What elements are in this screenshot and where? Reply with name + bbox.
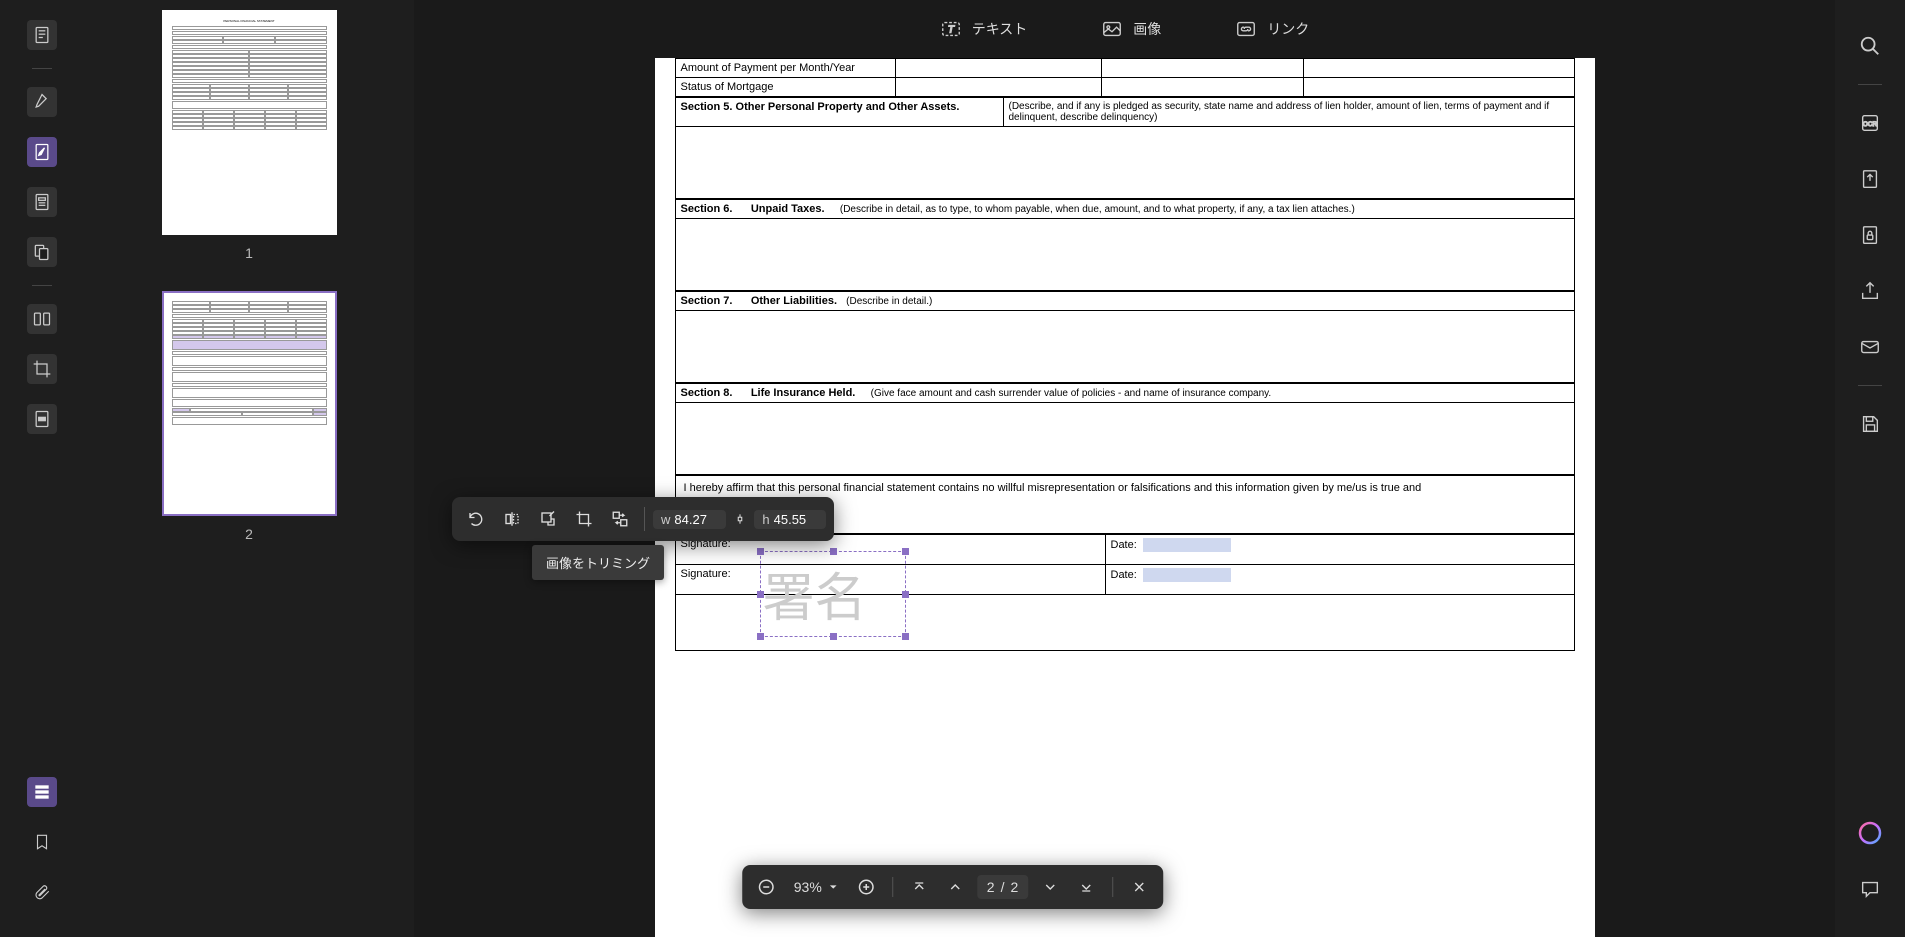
- date1-label: Date:: [1111, 539, 1137, 551]
- thumbnail-label-1: 1: [104, 245, 394, 261]
- section7-num: Section 7.: [681, 295, 733, 307]
- bottom-navigation-toolbar: 93% 2 / 2: [742, 865, 1164, 909]
- share-icon[interactable]: [1856, 277, 1884, 305]
- insert-text-button[interactable]: T テキスト: [928, 12, 1040, 46]
- svg-text:T: T: [948, 25, 955, 36]
- first-page-button[interactable]: [905, 873, 933, 901]
- thumbnail-label-2: 2: [104, 526, 394, 542]
- highlighter-icon[interactable]: [27, 87, 57, 117]
- search-icon[interactable]: [1856, 32, 1884, 60]
- section7-body[interactable]: [675, 311, 1575, 383]
- insert-link-label: リンク: [1267, 19, 1309, 39]
- redact-icon[interactable]: [27, 404, 57, 434]
- view-mode-icon[interactable]: [27, 20, 57, 50]
- date1-field[interactable]: [1143, 538, 1231, 552]
- save-icon[interactable]: [1856, 410, 1884, 438]
- thumbnail-panel: PERSONAL FINANCIAL STATEMENT 1: [84, 0, 414, 937]
- chevron-down-icon: [828, 882, 838, 892]
- top-insert-toolbar: T テキスト 画像 リンク: [414, 0, 1835, 58]
- zoom-level-display[interactable]: 93%: [788, 879, 844, 895]
- image-edit-toolbar: w h: [452, 497, 834, 541]
- section6-num: Section 6.: [681, 203, 733, 215]
- section6-title: Unpaid Taxes.: [751, 203, 825, 215]
- signature2-label: Signature:: [681, 568, 731, 580]
- section7-desc: (Describe in detail.): [846, 296, 932, 307]
- rotate-left-icon[interactable]: [460, 503, 492, 535]
- signature-image-content: 署名: [763, 556, 867, 631]
- left-tool-sidebar: [0, 0, 84, 937]
- page-number-display[interactable]: 2 / 2: [977, 875, 1028, 899]
- thumbnails-panel-icon[interactable]: [27, 777, 57, 807]
- replace-image-icon[interactable]: [604, 503, 636, 535]
- section8-num: Section 8.: [681, 387, 733, 399]
- insert-image-label: 画像: [1133, 19, 1161, 39]
- form-tool-icon[interactable]: [27, 187, 57, 217]
- page-thumbnail-2[interactable]: [162, 291, 337, 516]
- form-cell: Status of Mortgage: [675, 78, 895, 97]
- ai-assistant-icon[interactable]: [1856, 819, 1884, 847]
- section6-desc: (Describe in detail, as to type, to whom…: [840, 204, 1355, 215]
- last-page-button[interactable]: [1072, 873, 1100, 901]
- next-page-button[interactable]: [1036, 873, 1064, 901]
- compare-icon[interactable]: [27, 304, 57, 334]
- zoom-out-button[interactable]: [752, 873, 780, 901]
- height-label: h: [762, 512, 769, 527]
- width-input-group: w: [653, 510, 726, 529]
- bookmark-icon[interactable]: [27, 827, 57, 857]
- date2-label: Date:: [1111, 569, 1137, 581]
- insert-image-button[interactable]: 画像: [1089, 12, 1173, 46]
- height-input-group: h: [754, 510, 825, 529]
- extract-image-icon[interactable]: [532, 503, 564, 535]
- ocr-icon[interactable]: OCR: [1856, 109, 1884, 137]
- height-input[interactable]: [774, 512, 818, 527]
- section8-body[interactable]: [675, 403, 1575, 475]
- section8-title: Life Insurance Held.: [751, 387, 856, 399]
- page-organize-icon[interactable]: [27, 237, 57, 267]
- insert-link-button[interactable]: リンク: [1223, 12, 1321, 46]
- section5-desc: (Describe, and if any is pledged as secu…: [1003, 98, 1574, 127]
- convert-icon[interactable]: [1856, 165, 1884, 193]
- edit-tool-icon[interactable]: [27, 137, 57, 167]
- date2-field[interactable]: [1143, 568, 1231, 582]
- flip-horizontal-icon[interactable]: [496, 503, 528, 535]
- crop-tooltip: 画像をトリミング: [532, 545, 664, 580]
- comment-icon[interactable]: [1856, 875, 1884, 903]
- width-label: w: [661, 512, 670, 527]
- insert-text-label: テキスト: [972, 19, 1028, 39]
- close-toolbar-button[interactable]: [1125, 873, 1153, 901]
- zoom-in-button[interactable]: [852, 873, 880, 901]
- section8-desc: (Give face amount and cash surrender val…: [871, 388, 1272, 399]
- section6-body[interactable]: [675, 219, 1575, 291]
- section5-body[interactable]: [675, 127, 1575, 199]
- width-input[interactable]: [674, 512, 718, 527]
- prev-page-button[interactable]: [941, 873, 969, 901]
- attachment-icon[interactable]: [27, 877, 57, 907]
- crop-tool-icon[interactable]: [27, 354, 57, 384]
- protect-icon[interactable]: [1856, 221, 1884, 249]
- email-icon[interactable]: [1856, 333, 1884, 361]
- section7-title: Other Liabilities.: [751, 295, 837, 307]
- svg-text:OCR: OCR: [1863, 121, 1878, 128]
- lock-ratio-icon[interactable]: [730, 503, 750, 535]
- page-thumbnail-1[interactable]: PERSONAL FINANCIAL STATEMENT: [162, 10, 337, 235]
- section5-title: Section 5. Other Personal Property and O…: [675, 98, 1003, 127]
- form-cell: Amount of Payment per Month/Year: [675, 59, 895, 78]
- crop-image-icon[interactable]: [568, 503, 600, 535]
- right-tool-sidebar: OCR: [1835, 0, 1905, 937]
